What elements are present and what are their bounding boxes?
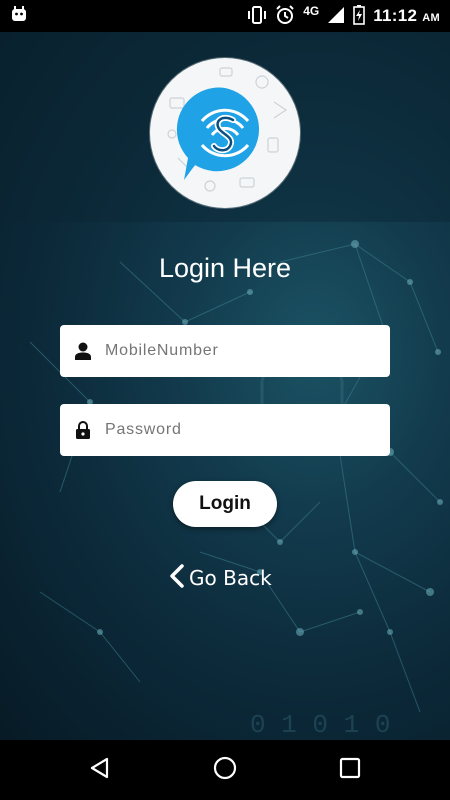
circle-home-icon <box>212 755 238 786</box>
chevron-left-icon <box>168 563 186 594</box>
clock: 11:12 AM <box>373 6 440 25</box>
go-back-label: Go Back <box>189 566 272 590</box>
login-title: Login Here <box>158 253 292 283</box>
navigation-bar <box>0 740 450 800</box>
login-button[interactable]: Login <box>173 481 277 527</box>
nav-back-button[interactable] <box>85 755 115 785</box>
mobile-number-field[interactable] <box>60 325 390 377</box>
status-bar: 4G 11:12 AM <box>0 0 450 32</box>
lock-icon <box>74 420 92 440</box>
network-label: 4G <box>303 4 320 18</box>
nav-recents-button[interactable] <box>335 755 365 785</box>
triangle-back-icon <box>88 756 112 785</box>
password-input[interactable] <box>103 420 367 440</box>
person-icon <box>74 341 92 361</box>
nav-home-button[interactable] <box>210 755 240 785</box>
status-right: 4G 11:12 AM <box>247 4 440 28</box>
status-left <box>10 5 28 27</box>
go-back-link[interactable]: Go Back <box>168 562 272 594</box>
square-recents-icon <box>339 757 361 784</box>
app-logo <box>150 58 300 208</box>
android-notification-icon <box>10 5 28 27</box>
signal-icon <box>327 6 345 27</box>
vibrate-icon <box>247 5 267 27</box>
battery-charging-icon <box>353 4 366 28</box>
alarm-icon <box>275 4 295 28</box>
password-field[interactable] <box>60 404 390 456</box>
mobile-number-input[interactable] <box>103 341 367 361</box>
svg-text:0 1 0 1 0: 0 1 0 1 0 <box>250 710 390 740</box>
